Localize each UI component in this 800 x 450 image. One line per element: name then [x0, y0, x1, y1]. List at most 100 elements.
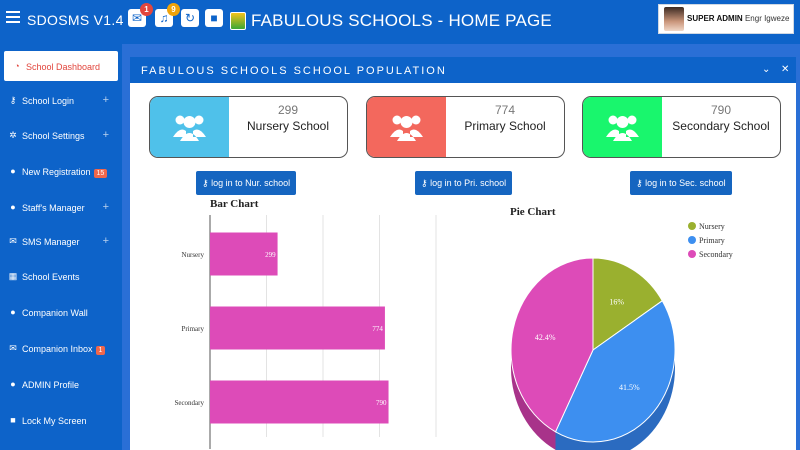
- user-info: SUPER ADMIN Engr Igweze: [687, 14, 789, 23]
- pie-chart: Pie Chart Nursery Primary Secondary 16% 41.5%…: [510, 206, 733, 450]
- legend-label: Primary: [699, 236, 725, 245]
- menu-icon[interactable]: [6, 11, 20, 25]
- button-label: log in to Sec. school: [645, 177, 726, 188]
- bar-category-label: Secondary: [174, 399, 204, 407]
- bar-primary: [210, 306, 385, 350]
- login-primary-button[interactable]: ⚷ log in to Pri. school: [415, 171, 513, 195]
- sidebar-item-companion-wall[interactable]: ● Companion Wall: [0, 297, 122, 329]
- user-menu[interactable]: SUPER ADMIN Engr Igweze: [658, 4, 794, 34]
- bar-category-label: Primary: [181, 325, 204, 333]
- sidebar-item-label: SMS Manager: [22, 237, 80, 247]
- bar-data-label: 790: [376, 399, 387, 407]
- key-icon: ⚷: [9, 95, 17, 105]
- sidebar-item-new-registration[interactable]: ● New Registration 15: [0, 156, 122, 188]
- key-icon: ⚷: [636, 177, 646, 188]
- expand-icon: +: [102, 201, 109, 213]
- close-icon[interactable]: ✕: [781, 64, 789, 75]
- gears-icon: ✲: [9, 130, 17, 140]
- users-icon: ●: [10, 307, 16, 317]
- page-title: FABULOUS SCHOOLS - HOME PAGE: [251, 11, 552, 30]
- envelope-icon: ✉: [9, 343, 17, 353]
- pie-data-label: 41.5%: [619, 383, 640, 392]
- app-name: SDOSMS V1.4: [27, 12, 124, 28]
- primary-label: Primary School: [464, 119, 546, 133]
- top-bar: SDOSMS V1.4 ✉ 1 ♫ 9 ↻ ■ FABULOUS SCHOOLS…: [0, 0, 800, 44]
- charts-area: Bar Chart02505007501,000299Nursery774Pri…: [174, 198, 733, 450]
- nursery-stat-card: 299 Nursery School: [149, 96, 348, 158]
- expand-icon: +: [102, 94, 109, 106]
- key-icon: ⚷: [421, 177, 431, 188]
- secondary-label: Secondary School: [672, 119, 770, 133]
- notifications-badge: 9: [167, 3, 180, 16]
- lock-button[interactable]: ■: [205, 9, 223, 27]
- nursery-label: Nursery School: [246, 119, 330, 133]
- sidebar-item-label: Staff's Manager: [22, 203, 85, 213]
- calendar-icon: ▦: [8, 271, 18, 281]
- dashboard-icon: ◔: [14, 61, 20, 71]
- population-panel: FABULOUS SCHOOLS SCHOOL POPULATION ⌄ ✕ 2…: [130, 57, 796, 450]
- lock-icon: ■: [210, 11, 218, 25]
- legend-swatch-nursery: [688, 222, 696, 230]
- sidebar-item-school-settings[interactable]: ✲ School Settings +: [0, 120, 122, 152]
- primary-stat-card: 774 Primary School: [366, 96, 565, 158]
- sidebar-item-sms-manager[interactable]: ✉ SMS Manager +: [0, 226, 122, 258]
- sidebar-item-label: School Login: [22, 96, 75, 106]
- legend-label: Secondary: [699, 250, 733, 259]
- sidebar-item-admin-profile[interactable]: ● ADMIN Profile: [0, 369, 122, 401]
- users-icon: [150, 97, 229, 157]
- sidebar-item-school-login[interactable]: ⚷ School Login +: [0, 85, 122, 117]
- sidebar-item-label: School Settings: [22, 131, 85, 141]
- school-crest-logo: [230, 12, 246, 30]
- pie-data-label: 42.4%: [535, 333, 556, 342]
- messages-button[interactable]: ✉ 1: [128, 3, 153, 27]
- bar-secondary: [210, 380, 389, 424]
- inbox-count-badge: 1: [95, 346, 106, 355]
- sidebar-item-label: ADMIN Profile: [22, 380, 80, 390]
- sidebar-item-school-events[interactable]: ▦ School Events: [0, 261, 122, 293]
- avatar: [664, 7, 684, 31]
- bar-data-label: 774: [372, 325, 383, 333]
- expand-icon: +: [102, 235, 109, 247]
- user-icon: ●: [10, 379, 16, 389]
- sidebar-item-label: New Registration 15: [22, 167, 108, 178]
- collapse-icon[interactable]: ⌄: [762, 64, 770, 75]
- button-label: log in to Nur. school: [211, 177, 291, 188]
- bar-category-label: Nursery: [181, 251, 204, 259]
- sidebar-item-staffs-manager[interactable]: ● Staff's Manager +: [0, 192, 122, 224]
- sidebar-item-label: Companion Inbox 1: [22, 344, 106, 355]
- sidebar-item-text: New Registration: [22, 167, 91, 177]
- user-icon: ●: [10, 166, 16, 176]
- bar-chart: Bar Chart02505007501,000299Nursery774Pri…: [174, 198, 437, 449]
- messages-badge: 1: [140, 3, 153, 16]
- envelope-icon: ✉: [9, 236, 17, 246]
- user-role: SUPER ADMIN: [687, 14, 743, 23]
- sidebar-item-label: Lock My Screen: [22, 416, 87, 426]
- lock-icon: ■: [10, 415, 16, 425]
- primary-count: 774: [494, 103, 516, 117]
- secondary-count: 790: [710, 103, 732, 117]
- legend-swatch-secondary: [688, 250, 696, 258]
- refresh-icon: ↻: [184, 11, 196, 25]
- sidebar-item-text: Companion Inbox: [22, 344, 93, 354]
- sidebar: ◔ School Dashboard ⚷ School Login + ✲ Sc…: [0, 44, 122, 450]
- login-nursery-button[interactable]: ⚷ log in to Nur. school: [196, 171, 297, 195]
- login-secondary-button[interactable]: ⚷ log in to Sec. school: [630, 171, 732, 195]
- panel-header: FABULOUS SCHOOLS SCHOOL POPULATION ⌄ ✕: [130, 57, 796, 83]
- button-label: log in to Pri. school: [430, 177, 507, 188]
- refresh-button[interactable]: ↻: [181, 9, 199, 27]
- legend-label: Nursery: [699, 222, 725, 231]
- pie-chart-title: Pie Chart: [510, 206, 556, 218]
- registration-count-badge: 15: [93, 169, 108, 178]
- sidebar-item-label: School Events: [22, 272, 80, 282]
- expand-icon: +: [102, 129, 109, 141]
- bar-data-label: 299: [265, 251, 276, 259]
- sidebar-item-companion-inbox[interactable]: ✉ Companion Inbox 1: [0, 333, 122, 365]
- sidebar-item-school-dashboard[interactable]: ◔ School Dashboard: [4, 51, 118, 81]
- user-name: Engr Igweze: [744, 14, 790, 23]
- staff-icon: ●: [10, 202, 16, 212]
- legend-swatch-primary: [688, 236, 696, 244]
- sidebar-item-lock-my-screen[interactable]: ■ Lock My Screen: [0, 405, 122, 437]
- pie-data-label: 16%: [609, 298, 624, 307]
- sidebar-item-label: School Dashboard: [26, 62, 101, 72]
- notifications-button[interactable]: ♫ 9: [155, 3, 180, 27]
